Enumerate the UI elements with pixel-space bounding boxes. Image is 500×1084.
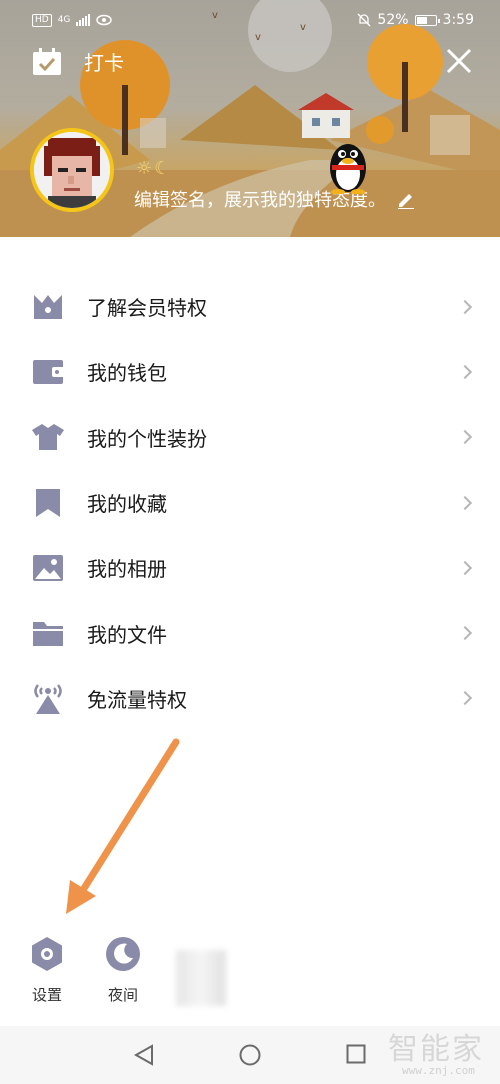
chevron-right-icon (457, 364, 473, 380)
pencil-icon (398, 194, 414, 209)
network-type: 4G (57, 15, 71, 25)
calendar-check-icon (33, 47, 61, 75)
bookmark-icon (31, 486, 65, 520)
back-triangle-icon[interactable] (133, 1044, 155, 1066)
menu-item-wallet[interactable]: 我的钱包 (0, 339, 500, 404)
wallet-icon (31, 355, 65, 389)
shirt-icon (31, 420, 65, 454)
night-mode-button[interactable]: 夜间 (93, 936, 153, 1005)
menu-item-label: 我的个性装扮 (87, 426, 207, 451)
folder-icon (31, 616, 65, 650)
menu-item-personalize[interactable]: 我的个性装扮 (0, 405, 500, 470)
antenna-icon (31, 681, 65, 715)
hexagon-gear-icon (32, 937, 62, 971)
eye-icon (96, 14, 113, 26)
chevron-right-icon (457, 560, 473, 575)
photo-icon (31, 551, 65, 585)
battery-percent: 52% (377, 12, 409, 28)
recents-square-icon[interactable] (346, 1044, 366, 1064)
avatar[interactable] (30, 128, 114, 212)
chevron-right-icon (457, 691, 473, 706)
watermark-brand: 智能家 (388, 1032, 484, 1067)
blurred-weather-widget (176, 950, 226, 1006)
menu-item-label: 我的钱包 (87, 361, 167, 386)
menu-item-label: 我的文件 (87, 622, 167, 647)
menu-item-label: 免流量特权 (87, 687, 187, 712)
mute-bell-icon (357, 13, 371, 27)
status-bar: HD 4G 52% 3:59 (0, 0, 500, 40)
bottom-toolbar: 设置 夜间 (0, 936, 500, 1016)
hd-indicator: HD (32, 13, 52, 27)
menu-item-favorites[interactable]: 我的收藏 (0, 470, 500, 535)
menu-item-files[interactable]: 我的文件 (0, 600, 500, 665)
settings-button[interactable]: 设置 (17, 936, 77, 1005)
chevron-right-icon (457, 626, 473, 641)
home-circle-icon[interactable] (239, 1044, 261, 1066)
qq-penguin-icon (330, 144, 366, 194)
profile-header: v v v HD 4G 52% 3:59 打卡 ☼☾ 编辑签名，展示我的独特态度… (0, 0, 500, 237)
menu-item-album[interactable]: 我的相册 (0, 535, 500, 600)
menu-item-label: 我的相册 (87, 557, 167, 582)
menu-item-label: 我的收藏 (87, 492, 167, 517)
pixel-portrait-image (34, 132, 110, 208)
chevron-right-icon (457, 430, 473, 445)
moon-icon (106, 937, 140, 971)
battery-icon (414, 14, 440, 26)
checkin-label: 打卡 (84, 51, 124, 75)
menu-item-free-data[interactable]: 免流量特权 (0, 666, 500, 731)
night-mode-label: 夜间 (107, 986, 138, 1004)
chevron-right-icon (457, 299, 473, 314)
signal-icon (76, 14, 91, 26)
settings-label: 设置 (31, 986, 62, 1004)
menu-item-vip-privileges[interactable]: 了解会员特权 (0, 274, 500, 339)
menu-item-label: 了解会员特权 (87, 296, 207, 321)
drawer-menu: 了解会员特权 我的钱包 我的个性装扮 我的收藏 我的相册 我的文件 免流量特权 (0, 274, 500, 731)
chevron-right-icon (457, 495, 473, 510)
level-badges: ☼☾ (136, 158, 173, 179)
watermark-url: www.znj.com (402, 1064, 475, 1077)
clock: 3:59 (442, 12, 474, 28)
close-icon[interactable] (444, 46, 474, 76)
crown-icon (31, 290, 65, 324)
checkin-button[interactable]: 打卡 (32, 47, 124, 76)
